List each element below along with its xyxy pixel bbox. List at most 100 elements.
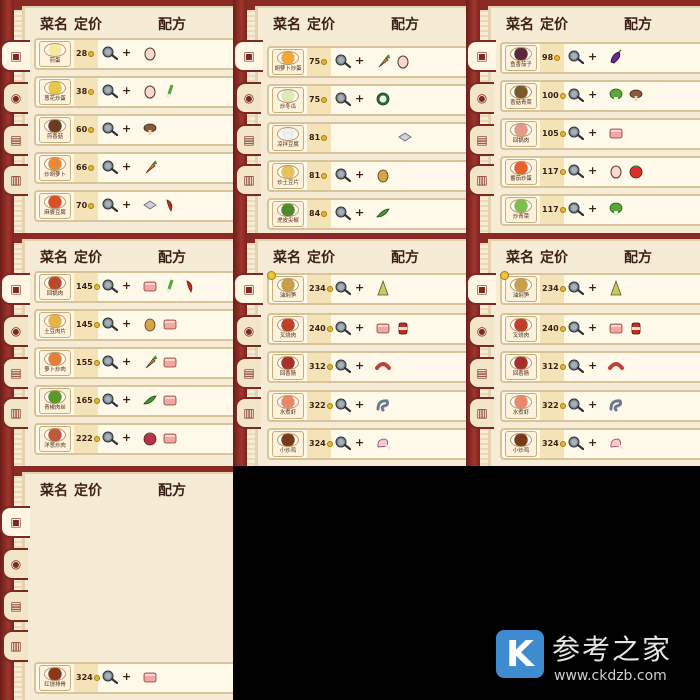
recipe-row[interactable]: 叉烧肉 240 + <box>500 313 700 345</box>
category-tab[interactable]: ▥ <box>235 164 261 196</box>
recipe-row[interactable]: 青椒肉丝 165 + <box>34 385 233 417</box>
recipe-row[interactable]: 萝卜炒肉 155 + <box>34 347 233 379</box>
price-value: 117 <box>542 205 559 214</box>
shrimp-icon <box>375 397 391 413</box>
category-tab[interactable]: ▣ <box>0 273 30 305</box>
category-tab[interactable]: ▤ <box>2 357 28 389</box>
category-tab[interactable]: ▤ <box>2 590 28 622</box>
recipe-row[interactable]: 麻婆豆腐 70 + <box>34 190 233 222</box>
recipe-row[interactable]: 回香肠 312 + <box>500 351 700 383</box>
recipe-row[interactable]: 水煮虾 322 + <box>500 390 700 422</box>
recipe-row[interactable]: 香菇青菜 100 + <box>500 80 700 112</box>
category-tab[interactable]: ▤ <box>2 124 28 156</box>
dish-price: 322 <box>309 401 333 410</box>
recipe-row[interactable]: 土豆肉片 145 + <box>34 309 233 341</box>
category-tab[interactable]: ▤ <box>235 357 261 389</box>
plus-icon: + <box>122 122 132 135</box>
price-value: 75 <box>309 57 321 66</box>
dish-image <box>510 123 532 137</box>
recipe-row[interactable]: 洋葱炒肉 222 + <box>34 423 233 455</box>
dish-price: 100 <box>542 91 566 100</box>
recipe-row[interactable]: 回香肠 312 + <box>267 351 466 383</box>
category-tab[interactable]: ▤ <box>468 357 494 389</box>
plus-icon: + <box>588 321 598 334</box>
dish-image <box>277 203 299 217</box>
recipe-row[interactable]: 小炒鸡 324 + <box>500 428 700 460</box>
recipe-row[interactable]: 煎香菇 60 + <box>34 114 233 146</box>
category-tab[interactable]: ▤ <box>235 124 261 156</box>
category-tabs: ▣ ◉ ▤ ▥ <box>466 273 496 466</box>
recipe-row[interactable]: 回锅肉 145 + <box>34 271 233 303</box>
recipe-row[interactable]: 水煮虾 322 + <box>267 390 466 422</box>
recipe-row[interactable]: 叉烧肉 240 + <box>267 313 466 345</box>
category-tab[interactable]: ▥ <box>2 397 28 429</box>
dish-image <box>44 119 66 133</box>
plus-icon: + <box>588 88 598 101</box>
dish-price: 38 <box>76 87 95 96</box>
category-tab[interactable]: ▥ <box>2 630 28 662</box>
category-tab[interactable]: ▥ <box>2 164 28 196</box>
recipe-row[interactable]: 炒土豆片 81 + <box>267 160 466 192</box>
price-value: 322 <box>542 401 559 410</box>
category-tab[interactable]: ▣ <box>233 273 263 305</box>
dish-card: 水煮虾 <box>505 393 537 419</box>
category-tab[interactable]: ◉ <box>468 82 494 114</box>
recipe-row[interactable]: 炒冬瓜 75 + <box>267 84 466 116</box>
dish-image <box>44 352 66 366</box>
recipe-row[interactable]: 油焖笋 234 + <box>500 271 700 305</box>
header-price: 定价 <box>307 250 335 266</box>
recipe-panel: 菜名 定价 配方 ▣ ◉ ▤ ▥ 油焖笋 234 + 叉烧肉 240 + 回香肠 312 + 水煮虾 322 + 小炒… <box>233 233 466 466</box>
recipe-row[interactable]: 番茄炒蛋 117 + <box>500 156 700 188</box>
recipe-row[interactable]: 煎蛋 28 + <box>34 38 233 70</box>
category-tab[interactable]: ▣ <box>0 506 30 538</box>
category-tab[interactable]: ▣ <box>466 40 496 72</box>
recipe-row[interactable]: 红烧排骨 324 + <box>34 662 233 694</box>
recipe-row[interactable]: 小炒鸡 324 + <box>267 428 466 460</box>
category-tab[interactable]: ▣ <box>466 273 496 305</box>
dish-card: 叉烧肉 <box>505 316 537 342</box>
recipe-row[interactable]: 鱼香茄子 98 + <box>500 42 700 74</box>
recipe-row[interactable]: 油焖笋 234 + <box>267 271 466 305</box>
category-tab[interactable]: ▣ <box>233 40 263 72</box>
plus-icon: + <box>122 160 132 173</box>
category-tab[interactable]: ◉ <box>468 315 494 347</box>
category-tab[interactable]: ▥ <box>468 397 494 429</box>
recipe-row[interactable]: 胡萝卜炒蛋 75 + <box>267 46 466 78</box>
frying-pan-icon <box>102 316 119 332</box>
dish-name: 胡萝卜炒蛋 <box>274 65 302 72</box>
dish-card: 洋葱炒肉 <box>39 426 71 452</box>
recipe-table-header: 菜名 定价 配方 <box>498 245 700 271</box>
sausage-icon <box>608 358 624 374</box>
category-tab[interactable]: ◉ <box>235 82 261 114</box>
ingredients-icon: ◉ <box>243 91 255 105</box>
coin-icon <box>321 59 328 65</box>
dish-card: 炒冬瓜 <box>272 87 304 113</box>
category-tab[interactable]: ◉ <box>2 315 28 347</box>
category-tab[interactable]: ▥ <box>468 164 494 196</box>
dish-name: 油焖笋 <box>279 292 297 299</box>
price-value: 145 <box>76 282 93 291</box>
pork-icon <box>162 430 178 446</box>
recipe-row[interactable]: 虎皮尖椒 84 + <box>267 198 466 230</box>
recipe-row[interactable]: 炒青菜 117 + <box>500 194 700 226</box>
category-tab[interactable]: ◉ <box>235 315 261 347</box>
recipe-row[interactable]: 炒胡萝卜 66 + <box>34 152 233 184</box>
dish-price: 81 <box>309 171 328 180</box>
category-tab[interactable]: ◉ <box>2 82 28 114</box>
plus-icon: + <box>588 359 598 372</box>
recipe-row[interactable]: 葱花炒蛋 38 + <box>34 76 233 108</box>
fridge-icon: ▣ <box>476 49 488 63</box>
category-tab[interactable]: ▥ <box>235 397 261 429</box>
recipe-panel: 菜名 定价 配方 ▣ ◉ ▤ ▥ 油焖笋 234 + 叉烧肉 240 + 回香肠 312 + 水煮虾 322 + 小炒… <box>466 233 700 466</box>
dish-image <box>44 276 66 290</box>
category-tab[interactable]: ▤ <box>468 124 494 156</box>
bamboo-shoot-icon <box>375 279 391 296</box>
category-tab[interactable]: ▣ <box>0 40 30 72</box>
price-value: 222 <box>76 434 93 443</box>
dish-price: 165 <box>76 396 100 405</box>
plus-icon: + <box>355 398 365 411</box>
recipe-row[interactable]: 凉拌豆腐 81 <box>267 122 466 154</box>
category-tab[interactable]: ◉ <box>2 548 28 580</box>
recipe-row[interactable]: 回锅肉 105 + <box>500 118 700 150</box>
green-pepper-icon <box>142 392 158 408</box>
